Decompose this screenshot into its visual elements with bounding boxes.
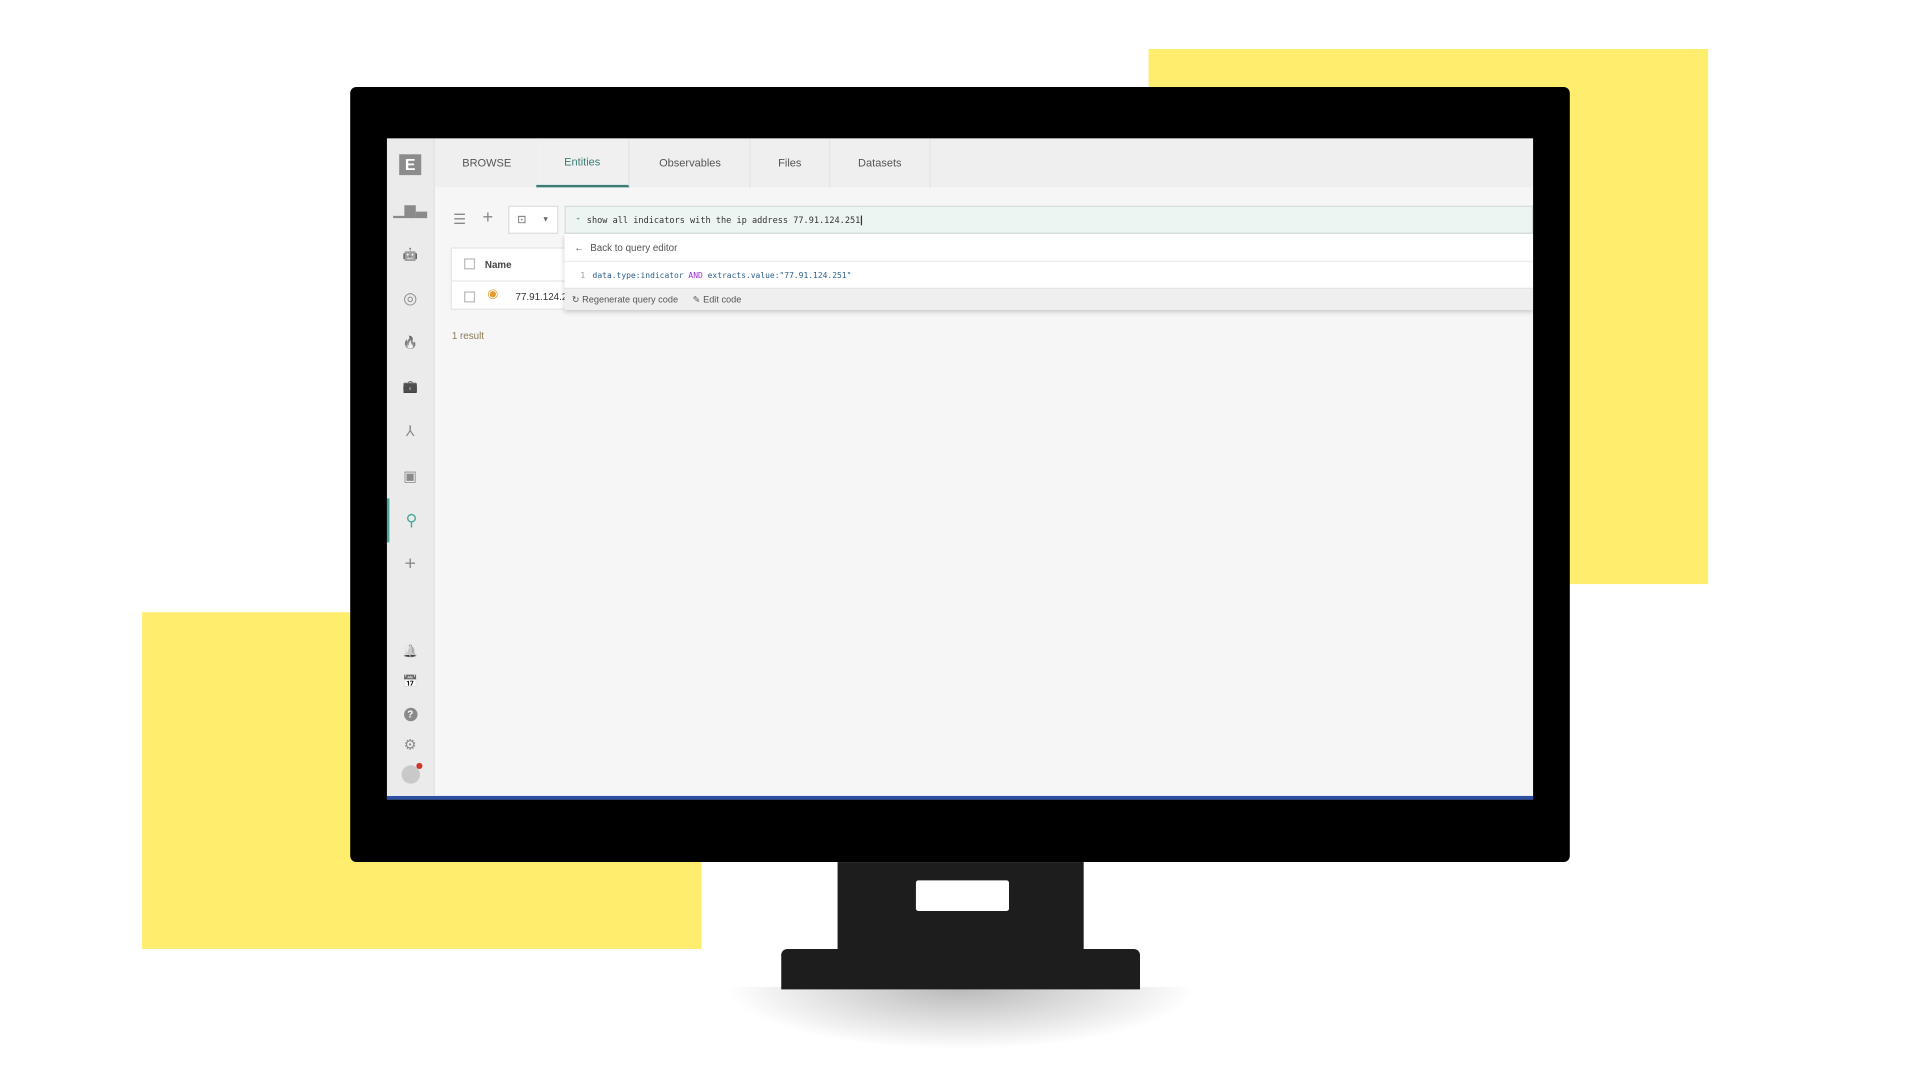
result-count: 1 result — [451, 330, 484, 342]
code-keyword: AND — [688, 270, 703, 280]
target-icon[interactable]: ◎ — [387, 287, 434, 311]
add-button[interactable]: + — [482, 207, 493, 228]
regenerate-label: Regenerate query code — [582, 293, 679, 305]
briefcase-icon[interactable]: 💼 — [387, 375, 434, 399]
tab-observables[interactable]: Observables — [631, 138, 751, 188]
plus-icon[interactable]: + — [387, 552, 434, 576]
ai-sparkle-icon: ⁺ — [575, 214, 581, 225]
tab-bar: BROWSE Entities Observables Files Datase… — [434, 138, 1534, 188]
search-icon[interactable]: ⚲ — [386, 498, 434, 543]
arrow-left-icon: ← — [574, 241, 585, 253]
bar-chart-icon[interactable]: ▁▆▃ — [387, 197, 434, 221]
code-text: extracts.value:"77.91.124.251" — [707, 270, 852, 280]
dropdown-footer: ↻ Regenerate query code ✎ Edit code — [564, 288, 1534, 310]
query-code-editor[interactable]: 1 data.type:indicator AND extracts.value… — [564, 262, 1534, 289]
monitor-stand-base — [781, 948, 1141, 990]
query-dropdown: ← Back to query editor 1 data.type:indica… — [564, 233, 1534, 310]
edit-code-button[interactable]: ✎ Edit code — [693, 294, 742, 305]
row-checkbox[interactable] — [464, 291, 476, 303]
edit-code-label: Edit code — [703, 293, 742, 305]
monitor-stand-slot — [915, 880, 1009, 912]
tab-datasets[interactable]: Datasets — [830, 138, 931, 188]
help-icon[interactable]: ? — [387, 702, 434, 726]
app-logo[interactable]: E — [399, 154, 422, 176]
line-number: 1 — [580, 270, 586, 280]
robot-icon[interactable]: 🤖 — [387, 242, 434, 266]
search-input-value: show all indicators with the ip address … — [586, 214, 861, 225]
results-table: Name ◉ 77.91.124.2 — [450, 247, 569, 310]
gear-icon[interactable]: ⚙ — [387, 732, 434, 756]
table-row[interactable]: ◉ 77.91.124.2 — [451, 280, 567, 303]
back-label: Back to query editor — [590, 241, 678, 253]
regenerate-button[interactable]: ↻ Regenerate query code — [572, 294, 678, 305]
tab-browse[interactable]: BROWSE — [437, 138, 538, 188]
sidebar: E ▁▆▃ 🤖 ◎ 🔥 💼 ⅄ ▣ ⚲ + 🔔 📅 ? ⚙ — [386, 138, 435, 796]
refresh-icon: ↻ — [571, 293, 580, 305]
query-mode-select[interactable]: ⊡ ▼ — [508, 205, 559, 234]
chevron-down-icon: ▼ — [542, 216, 550, 224]
code-text: data.type:indicator — [592, 270, 684, 280]
calendar-icon[interactable]: 📅 — [387, 670, 434, 694]
fingerprint-icon: ◉ — [487, 287, 499, 302]
app-screen: E ▁▆▃ 🤖 ◎ 🔥 💼 ⅄ ▣ ⚲ + 🔔 📅 ? ⚙ BROWSE Ent… — [386, 138, 1534, 800]
select-all-checkbox[interactable] — [464, 258, 476, 270]
monitor-shadow — [685, 986, 1237, 1061]
bell-icon[interactable]: 🔔 — [387, 639, 434, 663]
filter-icon[interactable]: ☰ — [453, 211, 466, 228]
pencil-icon: ✎ — [692, 293, 701, 305]
row-name[interactable]: 77.91.124.2 — [516, 291, 568, 302]
tab-files[interactable]: Files — [751, 138, 831, 188]
back-to-query-editor[interactable]: ← Back to query editor — [564, 234, 1534, 263]
column-header-name[interactable]: Name — [485, 260, 512, 271]
fire-alert-icon[interactable]: 🔥 — [387, 331, 434, 355]
avatar-icon[interactable] — [387, 762, 434, 786]
tab-entities[interactable]: Entities — [536, 138, 630, 188]
search-input[interactable]: ⁺ show all indicators with the ip addres… — [564, 205, 1534, 234]
query-search-icon: ⊡ — [517, 213, 527, 226]
network-icon[interactable]: ⅄ — [387, 419, 434, 443]
contacts-icon[interactable]: ▣ — [387, 464, 434, 488]
